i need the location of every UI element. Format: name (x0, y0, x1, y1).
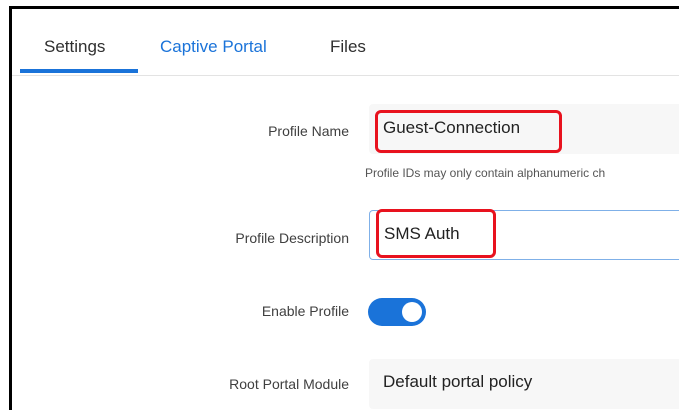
active-tab-indicator (20, 69, 138, 73)
toggle-knob (402, 302, 422, 322)
enable-profile-label: Enable Profile (261, 303, 349, 319)
tab-captive-portal[interactable]: Captive Portal (160, 37, 267, 57)
tab-files[interactable]: Files (330, 37, 366, 57)
root-portal-module-value: Default portal policy (383, 372, 533, 391)
profile-settings-screen: Settings Captive Portal Files Profile Na… (0, 0, 679, 410)
profile-description-label: Profile Description (235, 230, 349, 246)
root-portal-module-label: Root Portal Module (229, 376, 349, 392)
profile-description-highlight (376, 209, 496, 258)
enable-profile-toggle[interactable] (368, 298, 426, 326)
profile-name-label: Profile Name (268, 123, 349, 139)
tab-bar-divider (12, 75, 679, 76)
tab-bar: Settings Captive Portal Files (12, 9, 679, 76)
root-portal-module-select[interactable]: Default portal policy (369, 359, 679, 409)
profile-name-highlight (375, 110, 562, 153)
tab-settings[interactable]: Settings (44, 37, 105, 57)
profile-name-helper-text: Profile IDs may only contain alphanumeri… (365, 166, 606, 180)
